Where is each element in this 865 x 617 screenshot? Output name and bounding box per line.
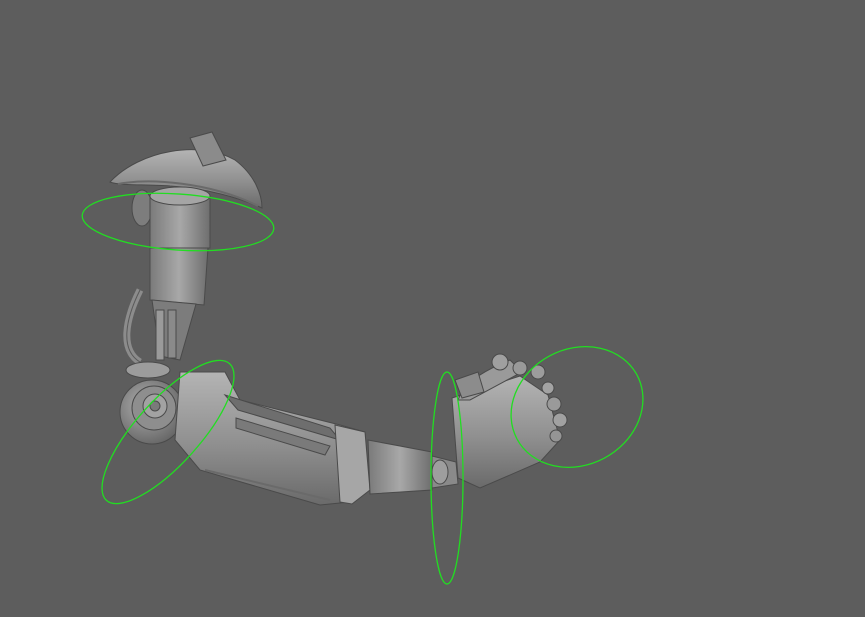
upper-arm[interactable] bbox=[123, 247, 209, 365]
wrist[interactable] bbox=[367, 439, 459, 495]
hand[interactable] bbox=[451, 353, 568, 489]
robotic-arm-mesh[interactable] bbox=[109, 131, 568, 506]
3d-viewport[interactable] bbox=[0, 0, 865, 617]
viewport-canvas[interactable] bbox=[0, 0, 865, 617]
